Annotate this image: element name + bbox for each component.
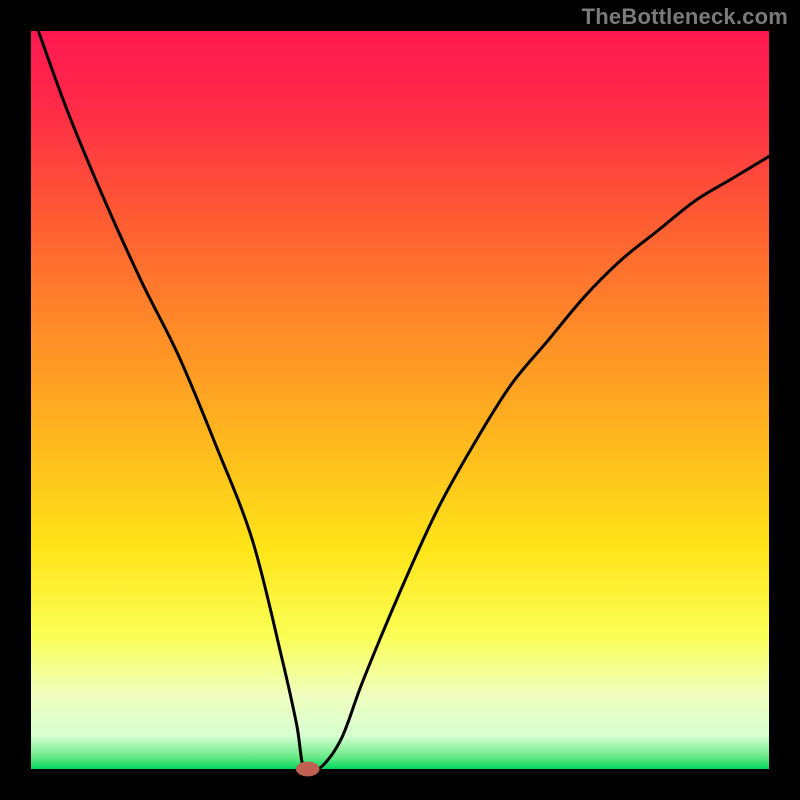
watermark-text: TheBottleneck.com bbox=[582, 4, 788, 30]
optimal-point-marker bbox=[296, 762, 320, 777]
plot-background bbox=[31, 31, 769, 769]
bottleneck-chart bbox=[0, 0, 800, 800]
chart-frame: TheBottleneck.com bbox=[0, 0, 800, 800]
